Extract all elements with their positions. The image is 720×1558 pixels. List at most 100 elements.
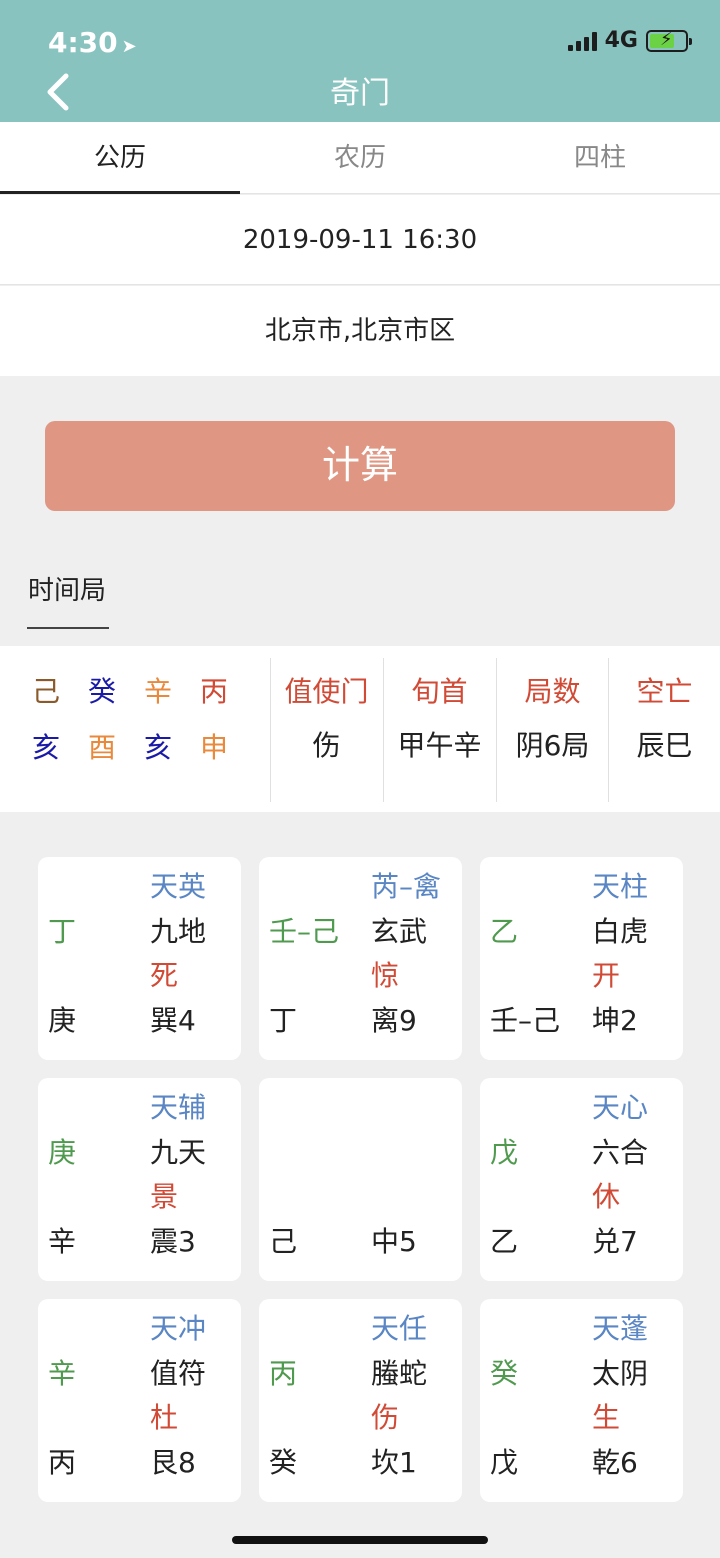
palace-deity: 螣蛇 [371, 1357, 428, 1390]
network-type: 4G [604, 28, 638, 53]
calendar-tabs: 公历 农历 四柱 [0, 122, 720, 194]
info-value: 伤 [312, 729, 341, 762]
palace-deity: 太阴 [592, 1357, 649, 1390]
palace-deity: 玄武 [371, 915, 428, 948]
palace-earth-stem: 辛 [48, 1225, 77, 1258]
palace-name: 乾6 [592, 1446, 638, 1479]
palace-name: 离9 [371, 1004, 417, 1037]
palace-earth-stem: 戊 [490, 1446, 519, 1479]
palace-earth-stem: 癸 [269, 1446, 298, 1479]
palace-star: 天任 [371, 1312, 428, 1345]
palace-door: 死 [150, 959, 179, 992]
info-panel: 己癸辛丙 亥酉亥申 值使门 伤 旬首 甲午辛 局数 阴6局 空亡 辰巳 [0, 646, 720, 812]
palace-name: 坎1 [371, 1446, 417, 1479]
palace-name: 艮8 [150, 1446, 196, 1479]
palace-cell[interactable]: 天冲辛 值符杜丙 艮8 [38, 1299, 241, 1502]
palace-earth-stem: 庚 [48, 1004, 77, 1037]
palace-heaven-stem: 壬–己 [269, 915, 340, 948]
palace-heaven-stem: 乙 [490, 915, 519, 948]
palace-heaven-stem: 戊 [490, 1136, 519, 1169]
pillar-branches: 亥酉亥申 [18, 726, 268, 782]
palace-deity: 九地 [150, 915, 207, 948]
palace-heaven-stem: 庚 [48, 1136, 77, 1169]
palace-heaven-stem: 辛 [48, 1357, 77, 1390]
palace-star: 芮–禽 [371, 870, 442, 903]
palace-star: 天柱 [592, 870, 649, 903]
palace-door: 开 [592, 959, 621, 992]
palace-earth-stem: 壬–己 [490, 1004, 561, 1037]
pillar-branch: 申 [199, 731, 228, 764]
palace-name: 中5 [371, 1225, 417, 1258]
location-arrow-icon: ➤ [121, 36, 137, 57]
info-value: 阴6局 [515, 729, 590, 762]
palace-star: 天辅 [150, 1091, 207, 1124]
palace-deity: 值符 [150, 1357, 207, 1390]
pillar-stems: 己癸辛丙 [18, 670, 268, 726]
location-field[interactable]: 北京市,北京市区 [0, 286, 720, 376]
palace-cell[interactable]: 天蓬癸 太阴生戊 乾6 [480, 1299, 683, 1502]
palace-door: 惊 [371, 959, 400, 992]
tab-lunar[interactable]: 农历 [240, 122, 480, 193]
section-underline [27, 627, 109, 629]
palace-heaven-stem: 丁 [48, 915, 77, 948]
info-duty-door: 值使门 伤 [270, 658, 382, 802]
info-value: 辰巳 [636, 729, 693, 762]
pillar-stem: 辛 [143, 675, 172, 708]
palace-cell[interactable]: 天英丁 九地死庚 巽4 [38, 857, 241, 1060]
palace-name: 兑7 [592, 1225, 638, 1258]
pillar-branch: 亥 [31, 731, 60, 764]
pillar-stem: 己 [31, 675, 60, 708]
info-label: 值使门 [284, 675, 369, 708]
palace-cell[interactable]: 天心戊 六合休乙 兑7 [480, 1078, 683, 1281]
pillar-branch: 酉 [87, 731, 116, 764]
palace-earth-stem: 丁 [269, 1004, 298, 1037]
palace-star: 天蓬 [592, 1312, 649, 1345]
battery-icon: ⚡ [646, 29, 692, 52]
palace-cell[interactable]: 天任丙 螣蛇伤癸 坎1 [259, 1299, 462, 1502]
palace-star: 天冲 [150, 1312, 207, 1345]
home-indicator[interactable] [232, 1536, 488, 1544]
tab-four-pillars[interactable]: 四柱 [480, 122, 720, 193]
status-time: 4:30 ➤ [48, 26, 137, 59]
status-indicators: 4G ⚡ [567, 28, 692, 53]
palace-earth-stem: 乙 [490, 1225, 519, 1258]
info-label: 局数 [524, 675, 581, 708]
palace-earth-stem: 丙 [48, 1446, 77, 1479]
status-time-text: 4:30 [48, 26, 118, 59]
palace-name: 震3 [150, 1225, 196, 1258]
palace-door: 伤 [371, 1401, 400, 1434]
palace-heaven-stem: 丙 [269, 1357, 298, 1390]
palace-cell[interactable]: 己 中5 [259, 1078, 462, 1281]
pillar-branch: 亥 [143, 731, 172, 764]
four-pillars: 己癸辛丙 亥酉亥申 [18, 670, 268, 782]
signal-icon [567, 31, 597, 51]
palace-deity: 六合 [592, 1136, 649, 1169]
palace-star: 天英 [150, 870, 207, 903]
palace-earth-stem: 己 [269, 1225, 298, 1258]
palace-heaven-stem: 癸 [490, 1357, 519, 1390]
palace-name: 坤2 [592, 1004, 638, 1037]
palace-cell[interactable]: 天辅庚 九天景辛 震3 [38, 1078, 241, 1281]
page-title: 奇门 [330, 76, 390, 111]
info-label: 旬首 [411, 675, 468, 708]
info-label: 空亡 [636, 675, 693, 708]
pillar-stem: 丙 [199, 675, 228, 708]
tab-gregorian[interactable]: 公历 [0, 122, 240, 194]
palace-cell[interactable]: 天柱乙 白虎开壬–己 坤2 [480, 857, 683, 1060]
info-ju-number: 局数 阴6局 [496, 658, 608, 802]
palace-cell[interactable]: 芮–禽 壬–己 玄武惊丁 离9 [259, 857, 462, 1060]
palace-door: 杜 [150, 1401, 179, 1434]
section-label: 时间局 [28, 576, 107, 606]
palace-door: 休 [592, 1180, 621, 1213]
palace-door: 景 [150, 1180, 179, 1213]
palace-name: 巽4 [150, 1004, 196, 1037]
palace-door: 生 [592, 1401, 621, 1434]
datetime-field[interactable]: 2019-09-11 16:30 [0, 195, 720, 285]
info-void: 空亡 辰巳 [608, 658, 720, 802]
calculate-button[interactable]: 计算 [45, 421, 675, 511]
info-xun-head: 旬首 甲午辛 [383, 658, 495, 802]
app-header: 4:30 ➤ 4G ⚡ 奇门 [0, 0, 720, 122]
palace-deity: 白虎 [592, 915, 649, 948]
palace-deity: 九天 [150, 1136, 207, 1169]
pillar-stem: 癸 [87, 675, 116, 708]
